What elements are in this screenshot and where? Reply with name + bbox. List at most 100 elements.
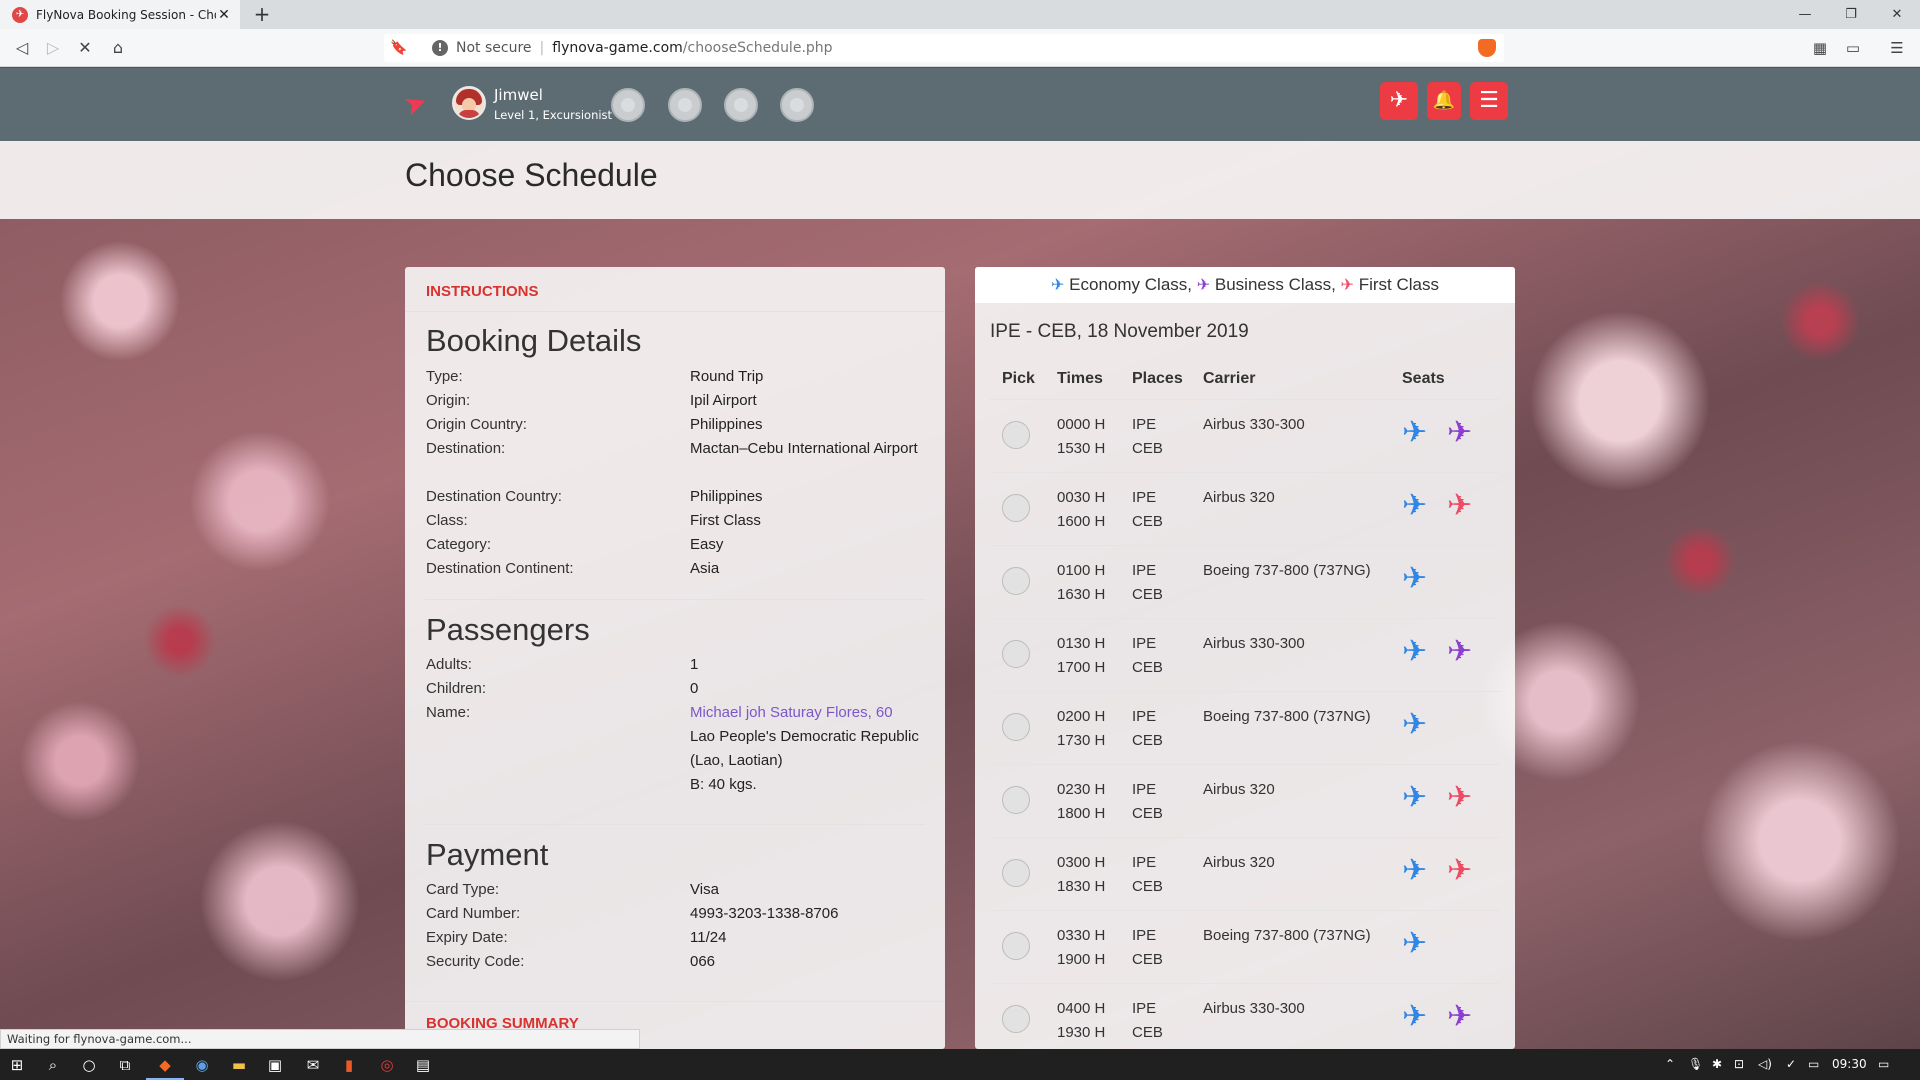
app-icon[interactable]: ◉ (191, 1054, 213, 1076)
flight-row[interactable]: 0330 H 1900 H IPE CEB Boeing 737-800 (737NG)… (990, 910, 1500, 983)
pick-radio[interactable] (1002, 421, 1030, 449)
forward-icon[interactable]: ▷ (40, 35, 66, 61)
menu-icon[interactable]: ☰ (1887, 39, 1907, 57)
windows-start-icon[interactable]: ⊞ (6, 1054, 28, 1076)
flight-row[interactable]: 0300 H 1830 H IPE CEB Airbus 320 ✈ ✈ (990, 837, 1500, 910)
reader-mode-icon[interactable]: ▭ (1843, 39, 1863, 57)
flight-places: IPE CEB (1132, 778, 1163, 826)
clock[interactable]: 09:30 (1832, 1057, 1867, 1071)
network-icon[interactable]: ⊡ (1734, 1057, 1744, 1071)
pick-radio[interactable] (1002, 932, 1030, 960)
departure-time: 0000 H (1057, 416, 1106, 433)
pick-radio[interactable] (1002, 640, 1030, 668)
first-seat-icon[interactable]: ✈ (1447, 856, 1472, 886)
bluetooth-icon[interactable]: ✱ (1712, 1057, 1722, 1071)
minimize-icon[interactable]: — (1782, 0, 1828, 29)
brave-shield-icon[interactable] (1478, 39, 1496, 57)
flight-row[interactable]: 0230 H 1800 H IPE CEB Airbus 320 ✈ ✈ (990, 764, 1500, 837)
achievement-badge-icon[interactable] (724, 88, 758, 122)
route-heading: IPE - CEB, 18 November 2019 (990, 321, 1249, 342)
passenger-name-link[interactable]: Michael joh Saturay Flores, 60 (690, 701, 920, 725)
origin-code: IPE (1132, 854, 1157, 871)
record-icon[interactable]: ◎ (376, 1054, 398, 1076)
economy-seat-icon[interactable]: ✈ (1402, 491, 1427, 521)
flight-row[interactable]: 0100 H 1630 H IPE CEB Boeing 737-800 (737NG)… (990, 545, 1500, 618)
flight-row[interactable]: 0000 H 1530 H IPE CEB Airbus 330-300 ✈ ✈ (990, 399, 1500, 472)
tab-close-icon[interactable]: ✕ (216, 7, 232, 23)
office-icon[interactable]: ▮ (338, 1054, 360, 1076)
economy-plane-icon: ✈ (1051, 277, 1065, 294)
economy-seat-icon[interactable]: ✈ (1402, 637, 1427, 667)
bookmark-icon[interactable]: 🔖 (384, 40, 414, 56)
user-level: Level 1, Excursionist (494, 108, 613, 122)
flight-row[interactable]: 0200 H 1730 H IPE CEB Boeing 737-800 (737NG)… (990, 691, 1500, 764)
terminal-icon[interactable]: ▤ (412, 1054, 434, 1076)
info-icon[interactable]: ! (432, 40, 448, 56)
destination-continent-value: Asia (690, 560, 720, 577)
origin-country-label: Origin Country: (426, 416, 527, 433)
url-text[interactable]: flynova-game.com/chooseSchedule.php (552, 40, 832, 56)
pick-radio[interactable] (1002, 859, 1030, 887)
mail-icon[interactable]: ✉ (302, 1054, 324, 1076)
achievement-badge-icon[interactable] (611, 88, 645, 122)
task-view-icon[interactable]: ⧉ (114, 1054, 136, 1076)
pick-radio[interactable] (1002, 786, 1030, 814)
file-explorer-icon[interactable]: ▬ (228, 1054, 250, 1076)
economy-seat-icon[interactable]: ✈ (1402, 856, 1427, 886)
notifications-button[interactable]: 🔔 (1427, 82, 1461, 120)
pick-radio[interactable] (1002, 567, 1030, 595)
microphone-icon[interactable]: 🎙 (1688, 1057, 1703, 1071)
first-seat-icon[interactable]: ✈ (1447, 783, 1472, 813)
notification-center-icon[interactable]: ▭ (1878, 1057, 1889, 1071)
children-value: 0 (690, 680, 699, 697)
security-icon[interactable]: ✓ (1786, 1057, 1796, 1071)
pick-radio[interactable] (1002, 494, 1030, 522)
economy-seat-icon[interactable]: ✈ (1402, 1002, 1427, 1032)
restore-icon[interactable]: ❐ (1828, 0, 1874, 29)
volume-icon[interactable]: ◁) (1758, 1057, 1772, 1071)
cortana-icon[interactable]: ○ (78, 1054, 100, 1076)
qr-code-icon[interactable]: ▦ (1810, 39, 1830, 57)
economy-seat-icon[interactable]: ✈ (1402, 710, 1427, 740)
brave-browser-icon[interactable]: ◆ (146, 1054, 184, 1080)
instructions-link[interactable]: INSTRUCTIONS (426, 283, 539, 300)
new-tab-button[interactable]: + (250, 3, 274, 27)
address-bar[interactable]: 🔖 ! Not secure | flynova-game.com/choose… (384, 34, 1504, 62)
stop-loading-icon[interactable]: ✕ (72, 35, 98, 61)
tray-chevron-icon[interactable]: ⌃ (1665, 1057, 1675, 1071)
search-icon[interactable]: ⌕ (42, 1054, 64, 1076)
carrier: Airbus 330-300 (1203, 416, 1305, 433)
home-icon[interactable]: ⌂ (105, 35, 131, 61)
first-seat-icon[interactable]: ✈ (1447, 491, 1472, 521)
achievement-badge-icon[interactable] (780, 88, 814, 122)
achievement-badge-icon[interactable] (668, 88, 702, 122)
pick-radio[interactable] (1002, 713, 1030, 741)
browser-tab-bar: ✈ FlyNova Booking Session - Choose ✕ + —… (0, 0, 1920, 29)
origin-code: IPE (1132, 416, 1157, 433)
username[interactable]: Jimwel (494, 86, 543, 104)
settings-button[interactable]: ☰ (1470, 82, 1508, 120)
economy-seat-icon[interactable]: ✈ (1402, 929, 1427, 959)
paper-plane-icon[interactable]: ➤ (399, 84, 432, 123)
flight-row[interactable]: 0030 H 1600 H IPE CEB Airbus 320 ✈ ✈ (990, 472, 1500, 545)
battery-icon[interactable]: ▭ (1808, 1057, 1819, 1071)
business-seat-icon[interactable]: ✈ (1447, 637, 1472, 667)
origin-code: IPE (1132, 635, 1157, 652)
business-seat-icon[interactable]: ✈ (1447, 1002, 1472, 1032)
flight-row[interactable]: 0400 H 1930 H IPE CEB Airbus 330-300 ✈ ✈ (990, 983, 1500, 1049)
economy-seat-icon[interactable]: ✈ (1402, 783, 1427, 813)
store-icon[interactable]: ▣ (264, 1054, 286, 1076)
browser-tab[interactable]: ✈ FlyNova Booking Session - Choose ✕ (0, 0, 240, 29)
avatar[interactable] (452, 86, 486, 120)
economy-seat-icon[interactable]: ✈ (1402, 564, 1427, 594)
tab-title: FlyNova Booking Session - Choose (36, 7, 216, 22)
airplane-button[interactable]: ✈ (1380, 82, 1418, 120)
pick-radio[interactable] (1002, 1005, 1030, 1033)
back-icon[interactable]: ◁ (9, 35, 35, 61)
economy-seat-icon[interactable]: ✈ (1402, 418, 1427, 448)
page-title: Choose Schedule (405, 157, 658, 193)
close-window-icon[interactable]: ✕ (1874, 0, 1920, 29)
flight-row[interactable]: 0130 H 1700 H IPE CEB Airbus 330-300 ✈ ✈ (990, 618, 1500, 691)
booking-details-panel: INSTRUCTIONS Booking Details Type: Round… (405, 267, 945, 1049)
business-seat-icon[interactable]: ✈ (1447, 418, 1472, 448)
